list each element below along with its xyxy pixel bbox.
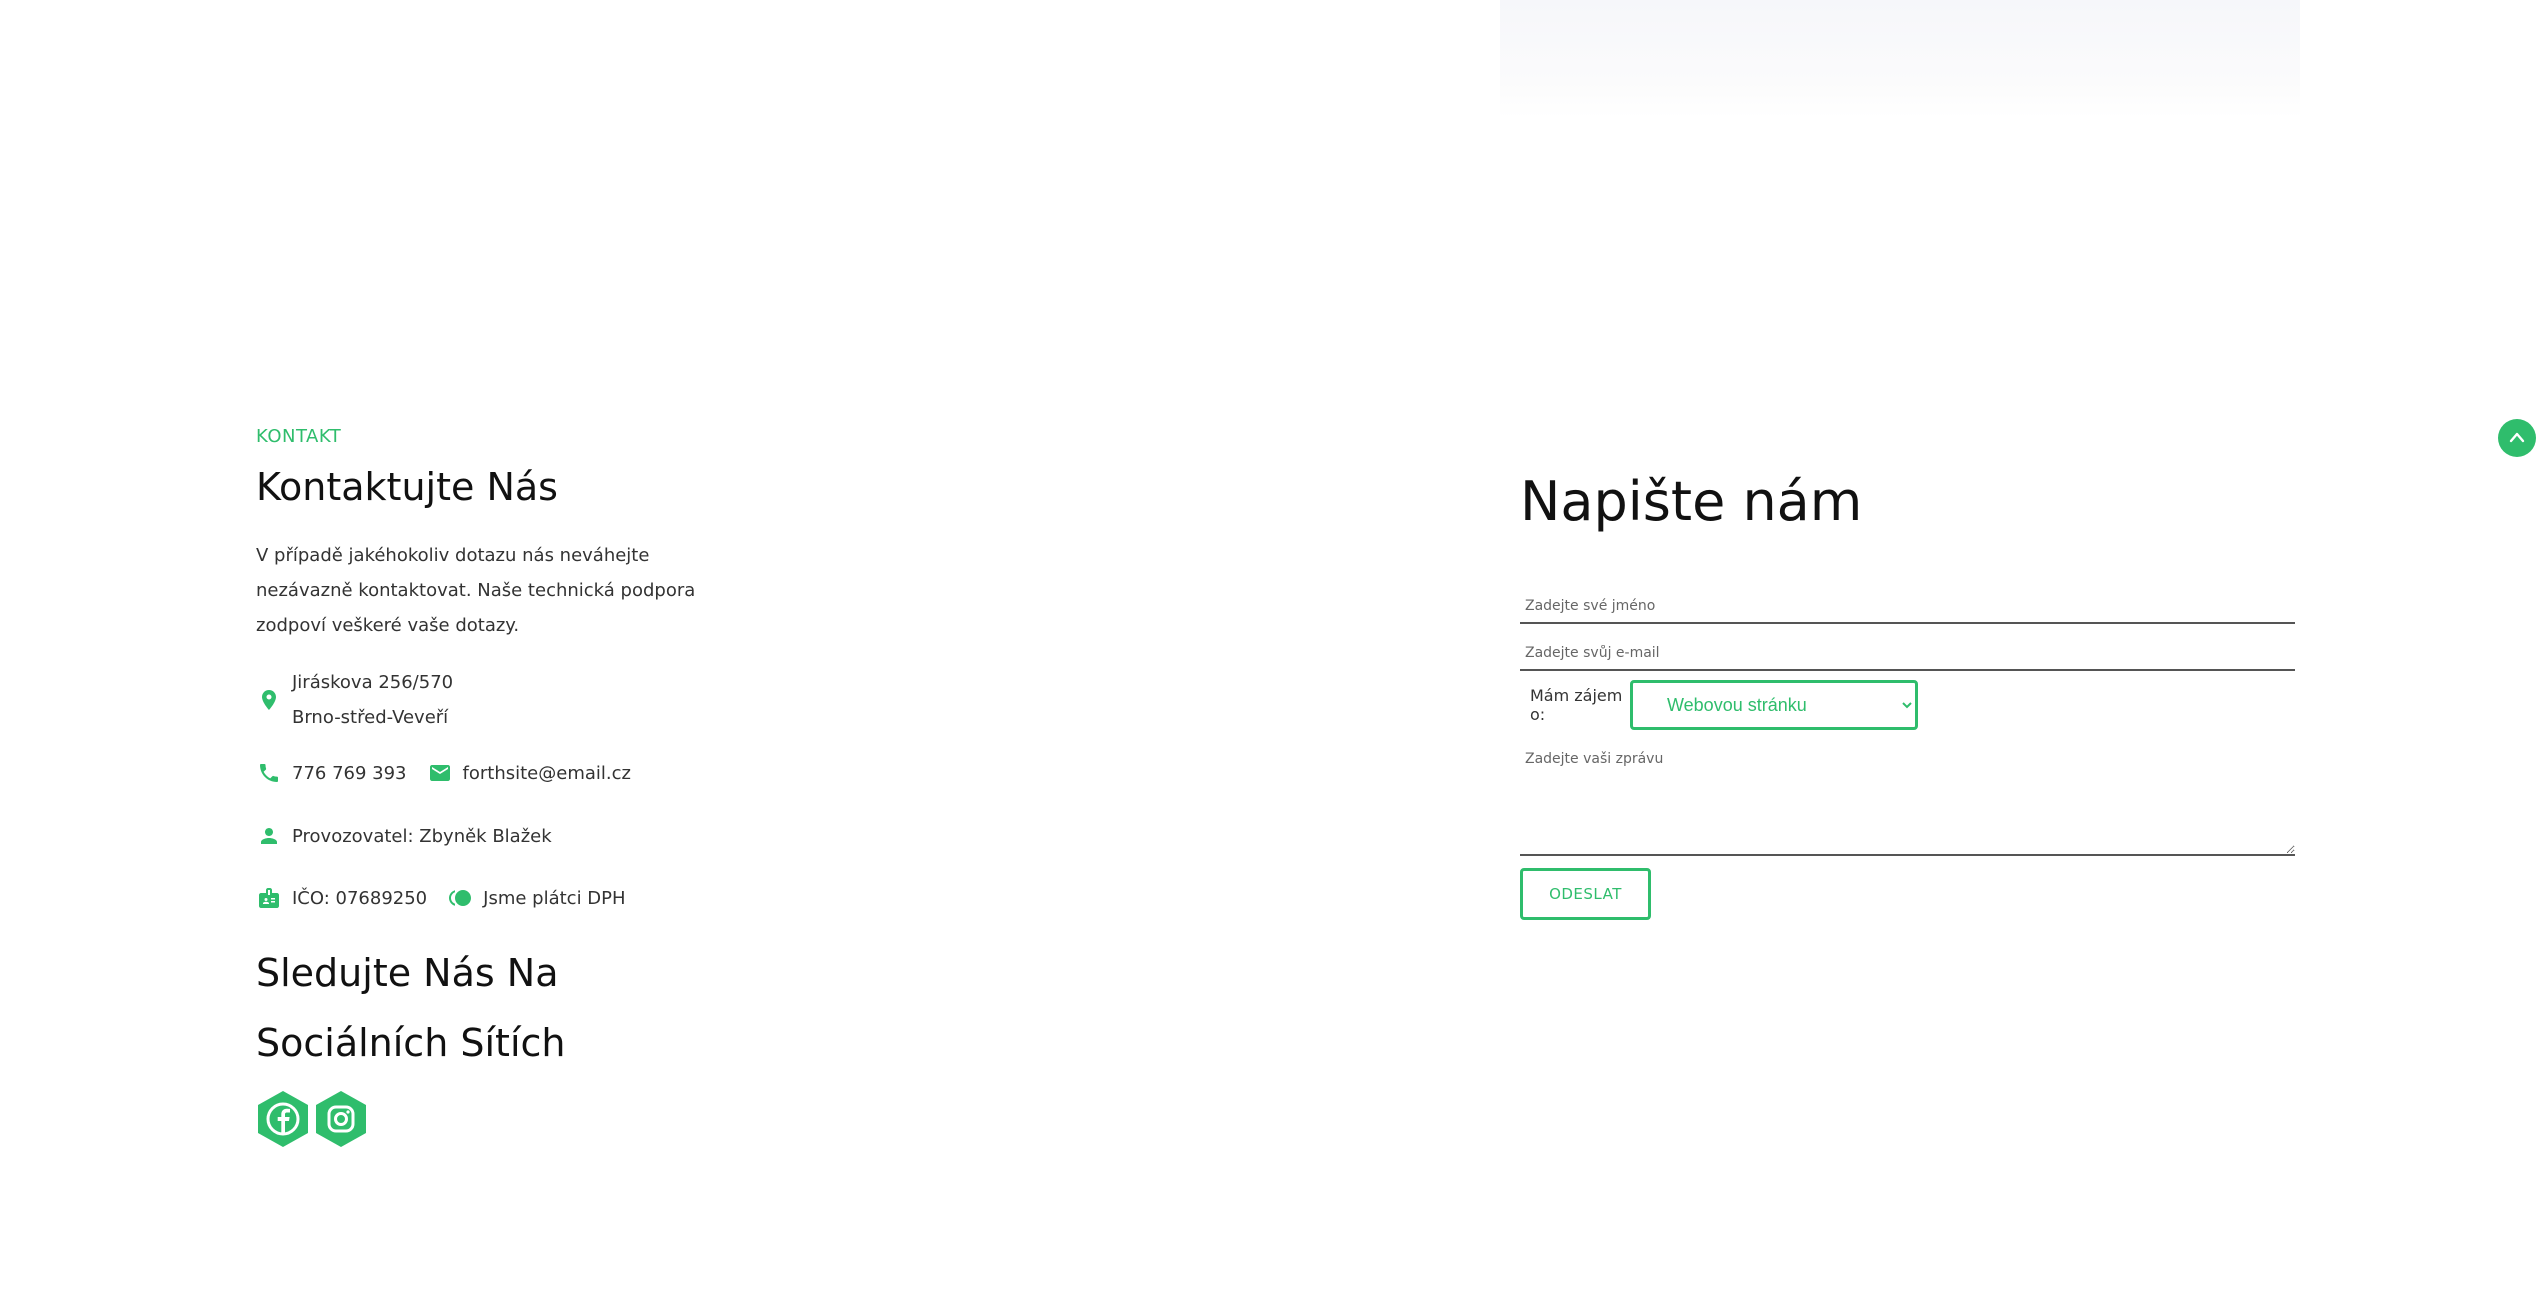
instagram-icon[interactable] — [314, 1090, 368, 1148]
coins-icon — [447, 885, 473, 911]
social-links — [256, 1090, 368, 1148]
contact-eyebrow: KONTAKT — [256, 426, 342, 447]
location-pin-icon — [256, 687, 282, 713]
interest-label: Mám zájem o: — [1530, 686, 1623, 724]
contact-intro: V případě jakéhokoliv dotazu nás neváhej… — [256, 545, 696, 636]
id-card-icon — [256, 885, 282, 911]
phone-icon — [256, 760, 282, 786]
address-row: Jiráskova 256/570 Brno-střed-Veveří — [256, 665, 453, 735]
contact-title: Kontaktujte Nás — [256, 465, 558, 509]
social-title: Sledujte Nás Na Sociálních Sítích — [256, 951, 566, 1065]
envelope-icon — [427, 760, 453, 786]
phone-number[interactable]: 776 769 393 — [292, 763, 407, 784]
interest-select[interactable]: Webovou stránku — [1630, 680, 1918, 730]
person-icon — [256, 823, 282, 849]
phone-email-row: 776 769 393 forthsite@email.cz — [256, 760, 631, 786]
ico-vat-row: IČO: 07689250 Jsme plátci DPH — [256, 885, 626, 911]
name-field[interactable] — [1520, 590, 2295, 624]
scroll-to-top-button[interactable] — [2498, 419, 2536, 457]
hero-illustration — [1500, 0, 2300, 118]
form-title: Napište nám — [1520, 470, 1863, 533]
interest-row: Mám zájem o: Webovou stránku — [1520, 680, 1918, 730]
vat-text: Jsme plátci DPH — [483, 887, 626, 909]
operator-text: Provozovatel: Zbyněk Blažek — [292, 825, 552, 847]
email-link[interactable]: forthsite@email.cz — [463, 763, 631, 784]
submit-button[interactable]: ODESLAT — [1520, 868, 1651, 920]
address-line-2: Brno-střed-Veveří — [292, 707, 449, 728]
email-field[interactable] — [1520, 637, 2295, 671]
chevron-up-icon — [2509, 432, 2525, 443]
ico-text: IČO: 07689250 — [292, 887, 428, 909]
operator-row: Provozovatel: Zbyněk Blažek — [256, 823, 552, 849]
address-line-1: Jiráskova 256/570 — [292, 672, 454, 693]
facebook-icon[interactable] — [256, 1090, 310, 1148]
message-field[interactable] — [1520, 746, 2295, 856]
